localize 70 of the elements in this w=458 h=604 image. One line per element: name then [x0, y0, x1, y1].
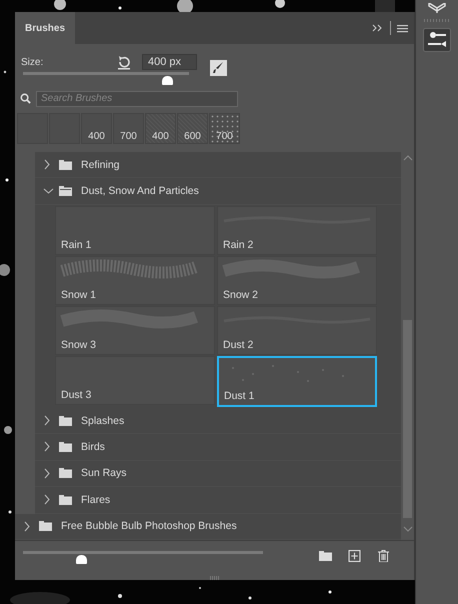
brush-name: Rain 1 [61, 238, 92, 251]
brush-tile[interactable]: Rain 2 [217, 206, 377, 255]
group-name: Flares [81, 494, 110, 506]
expand-caret-icon[interactable] [23, 520, 30, 532]
brush-tip-icon[interactable] [210, 60, 227, 76]
collapse-icon[interactable] [372, 23, 382, 33]
grip-handle[interactable] [424, 19, 450, 22]
resize-grip[interactable] [210, 576, 220, 580]
brush-preset[interactable]: 600 [177, 113, 208, 144]
group-name: Sun Rays [81, 467, 127, 480]
group-name: Free Bubble Bulb Photoshop Brushes [61, 520, 237, 532]
brush-name: Snow 2 [223, 288, 260, 301]
reset-icon[interactable] [117, 54, 131, 70]
brush-name: Snow 3 [61, 338, 98, 351]
folder-icon [39, 521, 52, 532]
brush-name: Rain 2 [223, 238, 254, 251]
brush-name: Dust 2 [223, 338, 254, 351]
group-name: Dust, Snow And Particles [81, 185, 199, 198]
brush-name: Snow 1 [61, 288, 98, 301]
brush-tile[interactable]: Snow 3 [55, 306, 215, 355]
expand-caret-icon[interactable] [43, 494, 50, 506]
collapse-caret-icon[interactable] [43, 187, 54, 196]
brush-preset[interactable]: 400 [145, 113, 176, 144]
folder-icon [59, 160, 72, 170]
group-name: Refining [81, 158, 120, 171]
expand-caret-icon[interactable] [43, 159, 50, 170]
brush-group[interactable]: Flares [35, 487, 401, 514]
brush-group[interactable]: Birds [35, 434, 401, 461]
folder-icon [59, 468, 72, 478]
trash-icon[interactable] [377, 550, 390, 562]
menu-icon[interactable] [397, 24, 408, 32]
thumbnail-size-slider[interactable] [23, 550, 263, 564]
folder-icon [59, 494, 72, 505]
brush-tile[interactable]: Snow 2 [217, 256, 377, 305]
brush-name: Dust 1 [224, 390, 256, 402]
brush-tile[interactable]: Dust 1 [217, 356, 377, 407]
folder-icon [59, 416, 72, 426]
brush-group[interactable]: Splashes [35, 408, 401, 434]
group-name: Splashes [81, 414, 124, 427]
expand-caret-icon[interactable] [43, 415, 50, 426]
brush-settings-icon[interactable] [423, 28, 451, 52]
new-group-icon[interactable] [319, 550, 332, 562]
brush-preset[interactable]: 700 [209, 113, 240, 144]
brush-group[interactable]: Refining [35, 152, 401, 178]
brush-preset[interactable]: 400 [81, 113, 112, 144]
brush-name: Dust 3 [61, 388, 92, 401]
size-label: Size: [21, 56, 44, 68]
brush-tile[interactable]: Dust 3 [55, 356, 215, 405]
search-field[interactable]: Search Brushes [36, 90, 238, 106]
brush-tile[interactable]: Snow 1 [55, 256, 215, 305]
expand-caret-icon[interactable] [43, 441, 50, 452]
group-name: Birds [81, 440, 105, 453]
brush-group[interactable]: Free Bubble Bulb Photoshop Brushes [15, 514, 401, 540]
panel-tab[interactable]: Brushes [15, 12, 76, 44]
slider-thumb[interactable] [162, 76, 174, 85]
search-icon[interactable] [20, 93, 31, 104]
brush-group[interactable]: Sun Rays [35, 460, 401, 488]
scroll-thumb[interactable] [403, 320, 412, 518]
add-icon[interactable] [348, 550, 361, 562]
brush-tile[interactable]: Rain 1 [55, 206, 215, 255]
brush-tile[interactable]: Dust 2 [217, 306, 377, 355]
size-slider[interactable] [23, 72, 189, 86]
slider-thumb[interactable] [76, 554, 87, 564]
expand-caret-icon[interactable] [43, 468, 50, 479]
folder-icon [59, 442, 72, 452]
cube-icon[interactable] [427, 3, 447, 13]
brush-preset[interactable]: 700 [113, 113, 144, 144]
brush-group[interactable]: Dust, Snow And Particles [35, 178, 401, 205]
folder-icon [59, 186, 72, 196]
size-field[interactable]: 400 px [142, 54, 197, 70]
